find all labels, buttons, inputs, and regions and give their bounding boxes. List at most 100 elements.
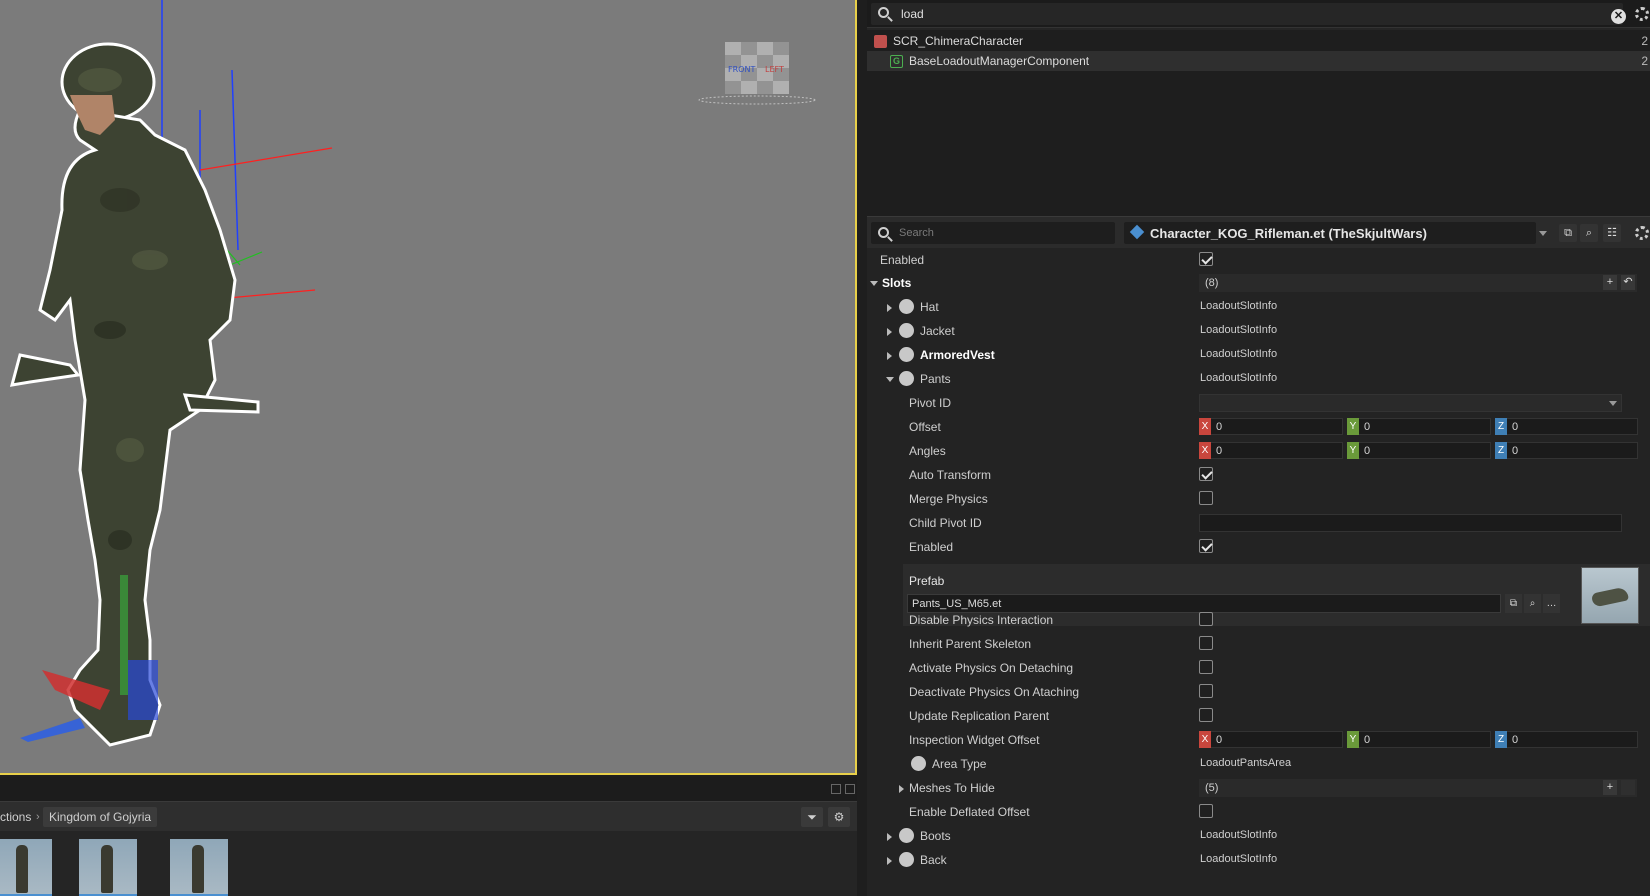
breadcrumb-item-kingdom[interactable]: Kingdom of Gojyria: [43, 807, 158, 827]
prop-meshes-to-hide: Meshes To Hide (5) +: [867, 777, 1650, 800]
disable-physics-checkbox[interactable]: [1199, 612, 1213, 626]
browser-title-strip: [0, 777, 857, 801]
slot-circle-icon: [899, 852, 914, 867]
meshes-array: (5) +: [1199, 779, 1637, 797]
inspection-y-input[interactable]: Y0: [1347, 731, 1491, 748]
prop-child-pivot-id: Child Pivot ID: [867, 512, 1650, 535]
slot-circle-icon: [911, 756, 926, 771]
property-list: Enabled Slots (8) + ↶ Hat LoadoutSlotInf…: [867, 248, 1650, 896]
prop-activate-physics: Activate Physics On Detaching: [867, 657, 1650, 680]
close-panel-icon[interactable]: [845, 784, 855, 794]
offset-y-input[interactable]: Y0: [1347, 418, 1491, 435]
chevron-right-icon[interactable]: [899, 785, 904, 793]
undock-icon[interactable]: [831, 784, 841, 794]
update-replication-checkbox[interactable]: [1199, 708, 1213, 722]
slot-back[interactable]: Back LoadoutSlotInfo: [867, 849, 1650, 872]
chevron-right-icon[interactable]: [887, 857, 892, 865]
chevron-down-icon[interactable]: [1539, 231, 1547, 236]
slot-armoredvest[interactable]: ArmoredVest LoadoutSlotInfo: [867, 344, 1650, 367]
auto-transform-checkbox[interactable]: [1199, 467, 1213, 481]
inspection-z-input[interactable]: Z0: [1495, 731, 1638, 748]
chevron-right-icon[interactable]: [887, 833, 892, 841]
deactivate-physics-checkbox[interactable]: [1199, 684, 1213, 698]
hierarchy-icon[interactable]: ☷: [1603, 224, 1621, 242]
chevron-down-icon: [1609, 401, 1617, 406]
prop-disable-physics: Disable Physics Interaction: [867, 609, 1650, 632]
reset-slots-button[interactable]: ↶: [1621, 275, 1635, 290]
offset-x-input[interactable]: X0: [1199, 418, 1343, 435]
search-icon[interactable]: ⌕: [1580, 224, 1598, 242]
child-pivot-id-input[interactable]: [1199, 514, 1622, 532]
chevron-down-icon[interactable]: [870, 281, 878, 286]
filter-icon[interactable]: ⏷: [801, 807, 823, 827]
add-mesh-button[interactable]: +: [1603, 780, 1617, 795]
slot-pants[interactable]: Pants LoadoutSlotInfo: [867, 368, 1650, 391]
property-search-placeholder: Search: [899, 227, 934, 239]
prefab-name: Character_KOG_Rifleman.et (TheSkjultWars…: [1150, 226, 1427, 241]
prop-pivot-id: Pivot ID: [867, 392, 1650, 415]
chevron-right-icon[interactable]: [887, 328, 892, 336]
list-item[interactable]: SCR_ChimeraCharacter 2: [867, 31, 1650, 51]
scene-viewport[interactable]: FRONT LEFT: [0, 0, 857, 775]
prop-auto-transform: Auto Transform: [867, 464, 1650, 487]
prop-deactivate-physics: Deactivate Physics On Ataching: [867, 681, 1650, 704]
slot-circle-icon: [899, 299, 914, 314]
component-g-icon: G: [890, 55, 903, 68]
entity-cube-icon: [874, 35, 887, 48]
pivot-id-select[interactable]: [1199, 394, 1622, 412]
prop-slot-enabled: Enabled: [867, 536, 1650, 559]
open-external-icon[interactable]: ⧉: [1559, 224, 1577, 242]
chevron-down-icon[interactable]: [886, 377, 894, 382]
prop-area-type[interactable]: Area Type LoadoutPantsArea: [867, 753, 1650, 776]
gear-icon[interactable]: [1635, 226, 1649, 240]
slot-circle-icon: [899, 347, 914, 362]
slot-circle-icon: [899, 371, 914, 386]
asset-thumbnail[interactable]: [79, 839, 137, 896]
view-cube-front-label: FRONT: [728, 65, 755, 74]
chevron-right-icon[interactable]: [887, 304, 892, 312]
offset-z-input[interactable]: Z0: [1495, 418, 1638, 435]
slot-hat[interactable]: Hat LoadoutSlotInfo: [867, 296, 1650, 319]
prop-update-replication: Update Replication Parent: [867, 705, 1650, 728]
component-search-bar: load ✕: [867, 0, 1650, 28]
list-item[interactable]: G BaseLoadoutManagerComponent 2: [867, 51, 1650, 71]
prop-enabled: Enabled: [867, 249, 1650, 272]
angles-x-input[interactable]: X0: [1199, 442, 1343, 459]
breadcrumb: ctions › Kingdom of Gojyria ⏷ ⚙: [0, 801, 857, 831]
prop-angles: Angles X0 Y0 Z0: [867, 440, 1650, 463]
breadcrumb-separator-icon: ›: [36, 811, 40, 823]
angles-z-input[interactable]: Z0: [1495, 442, 1638, 459]
enabled-checkbox[interactable]: [1199, 252, 1213, 266]
prefab-label: Prefab: [909, 574, 945, 588]
clear-search-icon[interactable]: ✕: [1611, 9, 1626, 24]
asset-thumbnail[interactable]: [170, 839, 228, 896]
prop-merge-physics: Merge Physics: [867, 488, 1650, 511]
resource-browser: ctions › Kingdom of Gojyria ⏷ ⚙: [0, 777, 857, 896]
inspection-x-input[interactable]: X0: [1199, 731, 1343, 748]
breadcrumb-item-collections[interactable]: ctions: [0, 807, 37, 827]
add-slot-button[interactable]: +: [1603, 275, 1617, 290]
view-cube-gizmo[interactable]: FRONT LEFT: [698, 42, 816, 105]
gear-icon[interactable]: ⚙: [828, 807, 850, 827]
prop-slots: Slots (8) + ↶: [867, 272, 1650, 295]
prop-inspection-offset: Inspection Widget Offset X0 Y0 Z0: [867, 729, 1650, 752]
search-icon: [878, 227, 889, 238]
slot-jacket[interactable]: Jacket LoadoutSlotInfo: [867, 320, 1650, 343]
remove-mesh-button[interactable]: [1621, 780, 1635, 795]
search-icon: [878, 7, 889, 18]
angles-y-input[interactable]: Y0: [1347, 442, 1491, 459]
component-search-input[interactable]: load ✕: [871, 3, 1626, 25]
slot-boots[interactable]: Boots LoadoutSlotInfo: [867, 825, 1650, 848]
properties-panel: load ✕ SCR_ChimeraCharacter 2 G BaseLoad…: [867, 0, 1650, 896]
slot-circle-icon: [899, 323, 914, 338]
chevron-right-icon[interactable]: [887, 352, 892, 360]
component-list: SCR_ChimeraCharacter 2 G BaseLoadoutMana…: [867, 30, 1650, 216]
asset-thumbnail[interactable]: [0, 839, 52, 896]
enable-deflated-checkbox[interactable]: [1199, 804, 1213, 818]
merge-physics-checkbox[interactable]: [1199, 491, 1213, 505]
slot-enabled-checkbox[interactable]: [1199, 539, 1213, 553]
activate-physics-checkbox[interactable]: [1199, 660, 1213, 674]
inherit-skeleton-checkbox[interactable]: [1199, 636, 1213, 650]
gear-icon[interactable]: [1635, 7, 1649, 21]
character-model[interactable]: FRONT LEFT: [0, 0, 857, 775]
